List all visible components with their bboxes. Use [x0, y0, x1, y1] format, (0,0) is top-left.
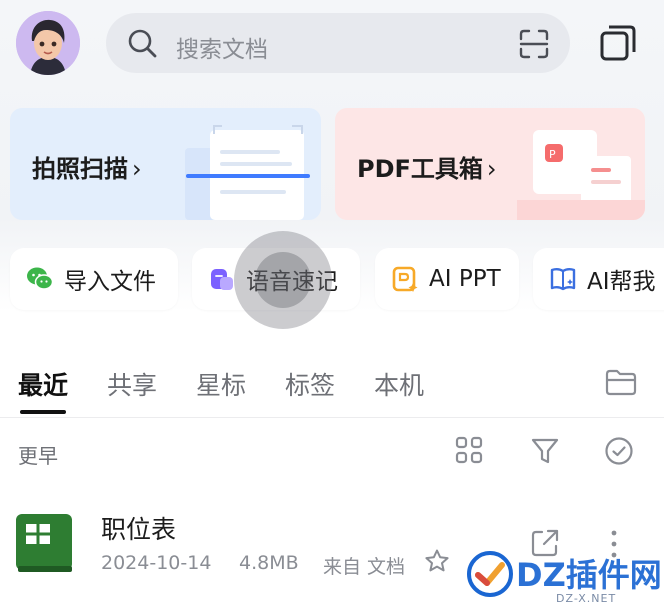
active-tab-indicator: [20, 410, 66, 414]
search-icon: [126, 27, 158, 63]
select-check-icon[interactable]: [604, 436, 634, 470]
tab-recent[interactable]: 最近: [18, 366, 68, 402]
search-placeholder: 搜索文档: [176, 37, 268, 63]
ai-ppt-icon: [392, 266, 418, 292]
shortcut-ai-ppt[interactable]: AI PPT: [375, 248, 519, 310]
tab-tags[interactable]: 标签: [285, 366, 335, 402]
search-bar[interactable]: 搜索文档: [106, 13, 570, 73]
chevron-right-icon: ›: [132, 155, 142, 183]
watermark-text: DZ插件网: [516, 556, 662, 594]
tab-shared[interactable]: 共享: [107, 366, 157, 402]
scan-icon[interactable]: [518, 28, 550, 64]
scan-card[interactable]: 拍照扫描 ›: [10, 108, 321, 220]
avatar-illustration: [16, 11, 80, 75]
file-date: 2024-10-14: [101, 552, 212, 574]
watermark-subtext: DZ-X.NET: [556, 592, 617, 605]
touch-indicator: [234, 231, 332, 329]
multi-window-icon[interactable]: [598, 22, 638, 66]
folder-icon[interactable]: [605, 368, 637, 400]
star-icon[interactable]: [424, 548, 450, 579]
spreadsheet-icon: [16, 514, 74, 576]
chevron-right-icon: ›: [486, 155, 497, 183]
touch-indicator-dot: [255, 252, 311, 308]
tab-starred[interactable]: 星标: [196, 366, 246, 402]
section-label: 更早: [18, 444, 58, 468]
shortcut-label: 导入文件: [64, 269, 156, 295]
avatar[interactable]: [16, 11, 80, 75]
scan-card-label: 拍照扫描 ›: [32, 155, 142, 183]
svg-text:P: P: [549, 148, 556, 161]
divider: [0, 417, 664, 418]
tab-local[interactable]: 本机: [374, 366, 424, 402]
voice-memo-icon: [211, 269, 233, 290]
filter-icon[interactable]: [530, 436, 560, 470]
pdf-toolbox-card[interactable]: P PDF工具箱 ›: [335, 108, 645, 220]
shortcut-import-file[interactable]: 导入文件: [10, 248, 178, 310]
watermark-logo-icon: [466, 550, 514, 602]
file-size: 4.8MB: [239, 552, 299, 574]
shortcut-ai-help[interactable]: AI帮我: [533, 248, 664, 310]
grid-view-icon[interactable]: [455, 436, 483, 468]
file-source: 来自 文档: [323, 556, 406, 578]
ai-book-icon: [550, 268, 576, 291]
shortcut-label: AI帮我: [587, 269, 656, 295]
shortcut-label: AI PPT: [429, 266, 501, 292]
pdf-card-label: PDF工具箱 ›: [357, 155, 497, 183]
wechat-icon: [27, 267, 54, 290]
watermark: DZ插件网 DZ-X.NET: [464, 546, 664, 616]
file-name: 职位表: [101, 515, 177, 544]
